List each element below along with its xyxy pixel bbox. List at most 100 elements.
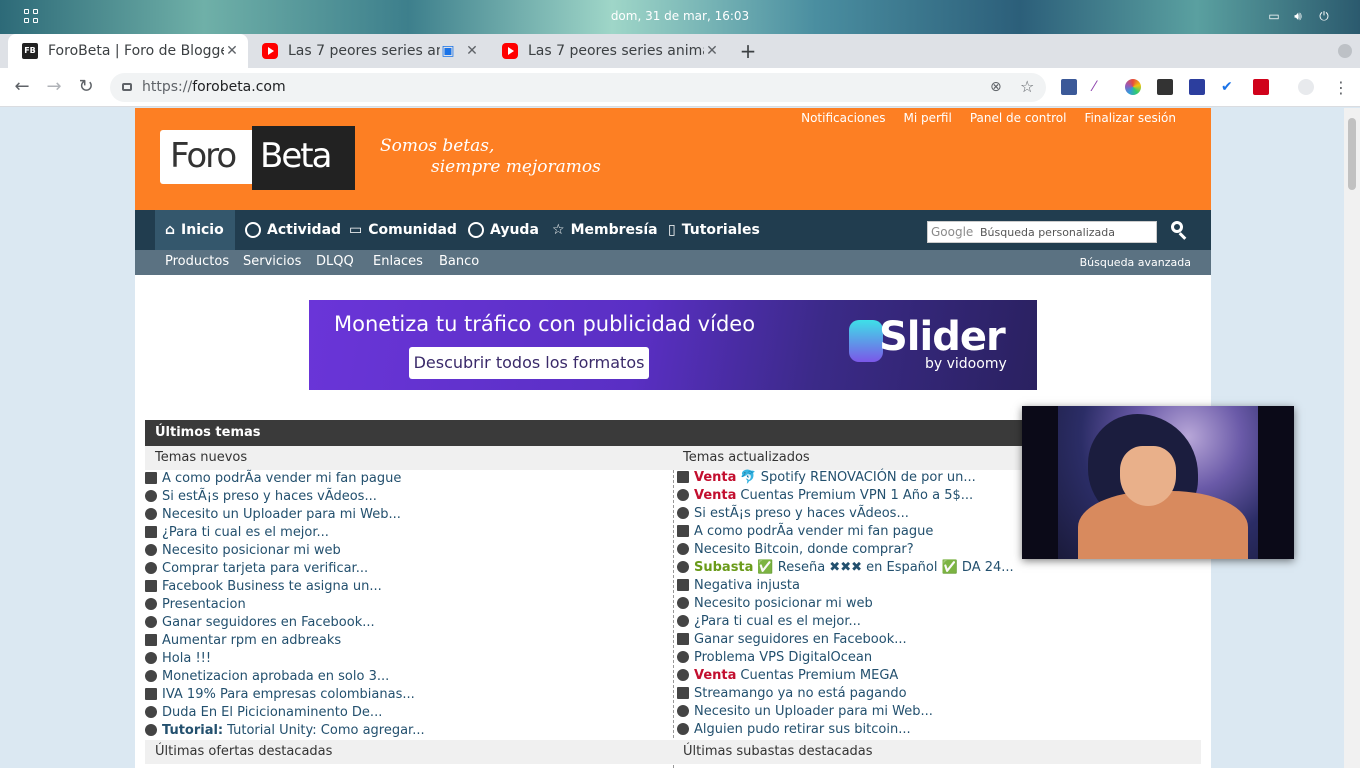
address-bar[interactable]: https://forobeta.com ⊗ ☆ bbox=[110, 73, 1046, 102]
topic-link[interactable]: Tutorial Unity: Como agregar... bbox=[227, 723, 424, 738]
extension-check-icon[interactable]: ✔ bbox=[1221, 79, 1237, 95]
topic-row[interactable]: Streamango ya no está pagando bbox=[677, 684, 907, 702]
url-text[interactable]: https://forobeta.com bbox=[142, 79, 286, 95]
topic-row[interactable]: Duda En El Picicionaminento De... bbox=[145, 703, 382, 721]
nav-actividad[interactable]: Actividad bbox=[235, 210, 351, 250]
topic-row[interactable]: Presentacion bbox=[145, 595, 246, 613]
topic-link[interactable]: Necesito posicionar mi web bbox=[162, 543, 341, 558]
subnav-servicios[interactable]: Servicios bbox=[243, 254, 301, 269]
topic-link[interactable]: ¿Para ti cual es el mejor... bbox=[162, 525, 329, 540]
topic-link[interactable]: Necesito un Uploader para mi Web... bbox=[694, 704, 933, 719]
menu-kebab-icon[interactable]: ⋮ bbox=[1333, 78, 1349, 97]
control-panel-link[interactable]: Panel de control bbox=[970, 111, 1067, 125]
topic-link[interactable]: Ganar seguidores en Facebook... bbox=[162, 615, 375, 630]
extension-m-icon[interactable] bbox=[1157, 79, 1173, 95]
topic-link[interactable]: Comprar tarjeta para verificar... bbox=[162, 561, 368, 576]
subnav-enlaces[interactable]: Enlaces bbox=[373, 254, 423, 269]
extension-color-icon[interactable] bbox=[1125, 79, 1141, 95]
subnav-productos[interactable]: Productos bbox=[165, 254, 229, 269]
notifications-link[interactable]: Notificaciones bbox=[801, 111, 885, 125]
topic-link[interactable]: Alguien pudo retirar sus bitcoin... bbox=[694, 722, 911, 737]
topic-row[interactable]: Si estÃ¡s preso y haces vÃdeos... bbox=[145, 487, 377, 505]
volume-icon[interactable]: 🔊︎ bbox=[1290, 9, 1306, 23]
topic-row[interactable]: Venta Cuentas Premium VPN 1 Año a 5$... bbox=[677, 486, 973, 504]
profile-avatar[interactable] bbox=[1338, 44, 1352, 58]
forobeta-logo[interactable]: Foro Beta bbox=[160, 126, 355, 190]
extension-feather-icon[interactable]: ⁄ bbox=[1093, 79, 1109, 95]
extension-og-icon[interactable] bbox=[1061, 79, 1077, 95]
topic-link[interactable]: ✅ Reseña ✖✖✖ en Español ✅ DA 24... bbox=[757, 560, 1013, 575]
topic-row[interactable]: Alguien pudo retirar sus bitcoin... bbox=[677, 720, 911, 738]
topic-link[interactable]: 🐬 Spotify RENOVACIÓN de por un... bbox=[740, 470, 975, 485]
back-arrow-icon[interactable]: ← bbox=[10, 76, 34, 100]
os-clock[interactable]: dom, 31 de mar, 16:03 bbox=[0, 9, 1360, 23]
advanced-search-link[interactable]: Búsqueda avanzada bbox=[1080, 256, 1191, 269]
tab-forobeta[interactable]: FB ForoBeta | Foro de Blogge ✕ bbox=[8, 34, 248, 68]
topic-link[interactable]: Aumentar rpm en adbreaks bbox=[162, 633, 341, 648]
page-scrollbar[interactable] bbox=[1344, 108, 1360, 768]
topic-link[interactable]: Si estÃ¡s preso y haces vÃdeos... bbox=[162, 489, 377, 504]
nav-tutoriales[interactable]: ▯ Tutoriales bbox=[658, 210, 770, 250]
topic-row[interactable]: Necesito posicionar mi web bbox=[145, 541, 341, 559]
topic-link[interactable]: Necesito un Uploader para mi Web... bbox=[162, 507, 401, 522]
topic-row[interactable]: IVA 19% Para empresas colombianas... bbox=[145, 685, 415, 703]
new-tab-button[interactable]: + bbox=[738, 39, 758, 63]
extension-s-icon[interactable] bbox=[1253, 79, 1269, 95]
topic-row[interactable]: ¿Para ti cual es el mejor... bbox=[677, 612, 861, 630]
topic-row[interactable]: Subasta ✅ Reseña ✖✖✖ en Español ✅ DA 24..… bbox=[677, 558, 1014, 576]
topic-row[interactable]: Comprar tarjeta para verificar... bbox=[145, 559, 368, 577]
bookmark-star-icon[interactable]: ☆ bbox=[1020, 77, 1034, 96]
topic-row[interactable]: Aumentar rpm en adbreaks bbox=[145, 631, 341, 649]
tab-youtube-1[interactable]: Las 7 peores series ani ▣ ✕ bbox=[248, 34, 488, 68]
topic-link[interactable]: A como podrÃa vender mi fan pague bbox=[694, 524, 933, 539]
nav-membresia[interactable]: ☆ Membresía bbox=[542, 210, 668, 250]
close-tab-icon[interactable]: ✕ bbox=[704, 43, 720, 59]
topic-link[interactable]: Negativa injusta bbox=[694, 578, 800, 593]
topic-row[interactable]: Ganar seguidores en Facebook... bbox=[677, 630, 907, 648]
topic-link[interactable]: Streamango ya no está pagando bbox=[694, 686, 907, 701]
topic-link[interactable]: Monetizacion aprobada en solo 3... bbox=[162, 669, 389, 684]
topic-row[interactable]: A como podrÃa vender mi fan pague bbox=[677, 522, 933, 540]
topic-link[interactable]: A como podrÃa vender mi fan pague bbox=[162, 471, 401, 486]
site-search-input[interactable]: Google Búsqueda personalizada bbox=[927, 221, 1157, 243]
topic-row[interactable]: A como podrÃa vender mi fan pague bbox=[145, 469, 401, 487]
topic-row[interactable]: Necesito un Uploader para mi Web... bbox=[145, 505, 401, 523]
my-profile-link[interactable]: Mi perfil bbox=[904, 111, 952, 125]
power-icon[interactable]: ⏻ bbox=[1316, 9, 1332, 23]
topic-row[interactable]: Tutorial: Tutorial Unity: Como agregar... bbox=[145, 721, 425, 739]
tab-youtube-2[interactable]: Las 7 peores series animad ✕ bbox=[488, 34, 728, 68]
topic-row[interactable]: Necesito Bitcoin, donde comprar? bbox=[677, 540, 914, 558]
topic-row[interactable]: Hola !!! bbox=[145, 649, 211, 667]
lock-icon[interactable] bbox=[122, 83, 132, 91]
topic-link[interactable]: Duda En El Picicionaminento De... bbox=[162, 705, 382, 720]
nav-comunidad[interactable]: ▭ Comunidad bbox=[339, 210, 467, 250]
banner-cta-button[interactable]: Descubrir todos los formatos bbox=[409, 347, 649, 379]
topic-row[interactable]: Problema VPS DigitalOcean bbox=[677, 648, 872, 666]
topic-link[interactable]: Facebook Business te asigna un... bbox=[162, 579, 382, 594]
topic-row[interactable]: Negativa injusta bbox=[677, 576, 800, 594]
close-tab-icon[interactable]: ✕ bbox=[224, 43, 240, 59]
topic-link[interactable]: ¿Para ti cual es el mejor... bbox=[694, 614, 861, 629]
topic-row[interactable]: Venta 🐬 Spotify RENOVACIÓN de por un... bbox=[677, 468, 976, 486]
topic-link[interactable]: Hola !!! bbox=[162, 651, 211, 666]
topic-link[interactable]: Ganar seguidores en Facebook... bbox=[694, 632, 907, 647]
nav-inicio[interactable]: ⌂ Inicio bbox=[155, 210, 235, 250]
close-tab-icon[interactable]: ✕ bbox=[464, 43, 480, 59]
topic-link[interactable]: Si estÃ¡s preso y haces vÃdeos... bbox=[694, 506, 909, 521]
topic-row[interactable]: Necesito posicionar mi web bbox=[677, 594, 873, 612]
topic-row[interactable]: Necesito un Uploader para mi Web... bbox=[677, 702, 933, 720]
topic-row[interactable]: Ganar seguidores en Facebook... bbox=[145, 613, 375, 631]
topic-row[interactable]: Venta Cuentas Premium MEGA bbox=[677, 666, 898, 684]
subnav-banco[interactable]: Banco bbox=[439, 254, 479, 269]
forward-arrow-icon[interactable]: → bbox=[42, 76, 66, 100]
subnav-dlqq[interactable]: DLQQ bbox=[316, 254, 354, 269]
topic-link[interactable]: Cuentas Premium VPN 1 Año a 5$... bbox=[740, 488, 973, 503]
ad-banner[interactable]: Monetiza tu tráfico con publicidad vídeo… bbox=[309, 300, 1037, 390]
topic-link[interactable]: Necesito Bitcoin, donde comprar? bbox=[694, 542, 914, 557]
nav-ayuda[interactable]: Ayuda bbox=[458, 210, 549, 250]
screen-icon[interactable]: ▭ bbox=[1266, 9, 1282, 23]
topic-row[interactable]: Si estÃ¡s preso y haces vÃdeos... bbox=[677, 504, 909, 522]
search-icon[interactable] bbox=[1171, 221, 1189, 240]
scrollbar-thumb[interactable] bbox=[1348, 118, 1356, 190]
topic-link[interactable]: IVA 19% Para empresas colombianas... bbox=[162, 687, 415, 702]
